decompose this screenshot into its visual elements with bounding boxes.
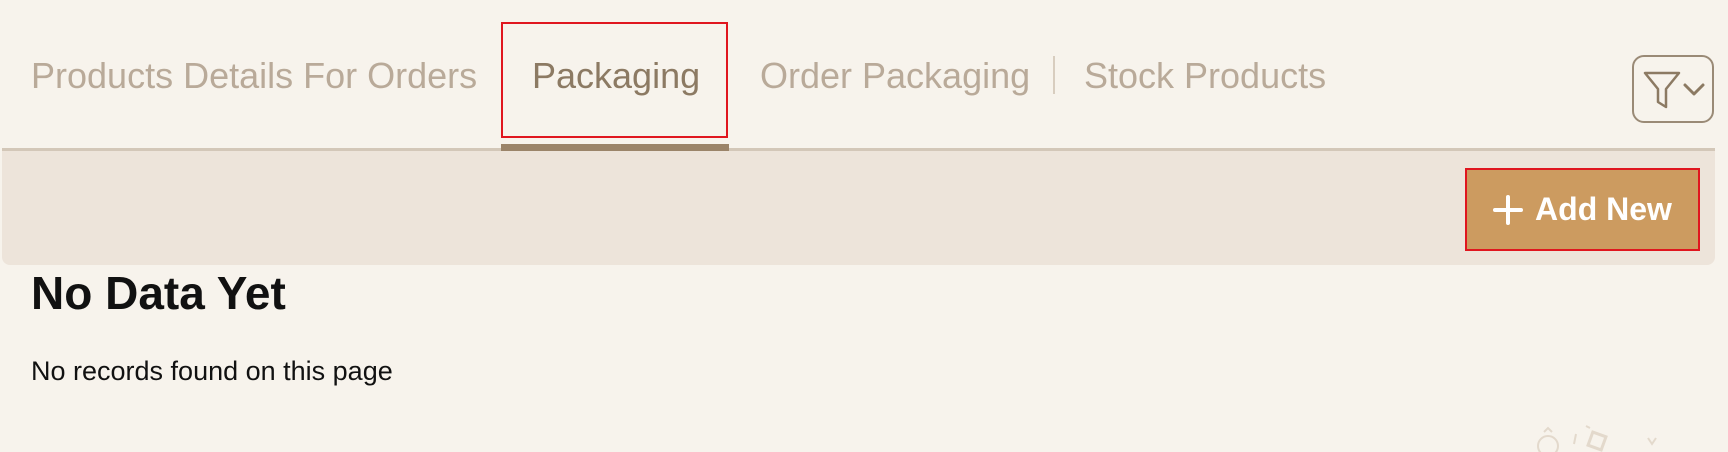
filter-button[interactable] [1632,55,1714,123]
tab-divider [1053,56,1055,94]
tab-order-packaging[interactable]: Order Packaging [760,54,1030,98]
tab-bar: Products Details For Orders Packaging Or… [0,0,1715,152]
add-new-button[interactable]: Add New [1465,168,1700,251]
empty-state-message: No records found on this page [31,356,393,386]
tab-products-details-for-orders[interactable]: Products Details For Orders [31,54,477,98]
toolbar [2,151,1715,265]
filter-icon [1643,71,1705,109]
add-new-label: Add New [1535,191,1672,227]
active-tab-highlight [501,22,728,138]
plus-icon [1493,194,1524,225]
decorative-doodle-icon [1537,425,1657,452]
empty-state-title: No Data Yet [31,267,286,319]
tab-stock-products[interactable]: Stock Products [1084,54,1326,98]
